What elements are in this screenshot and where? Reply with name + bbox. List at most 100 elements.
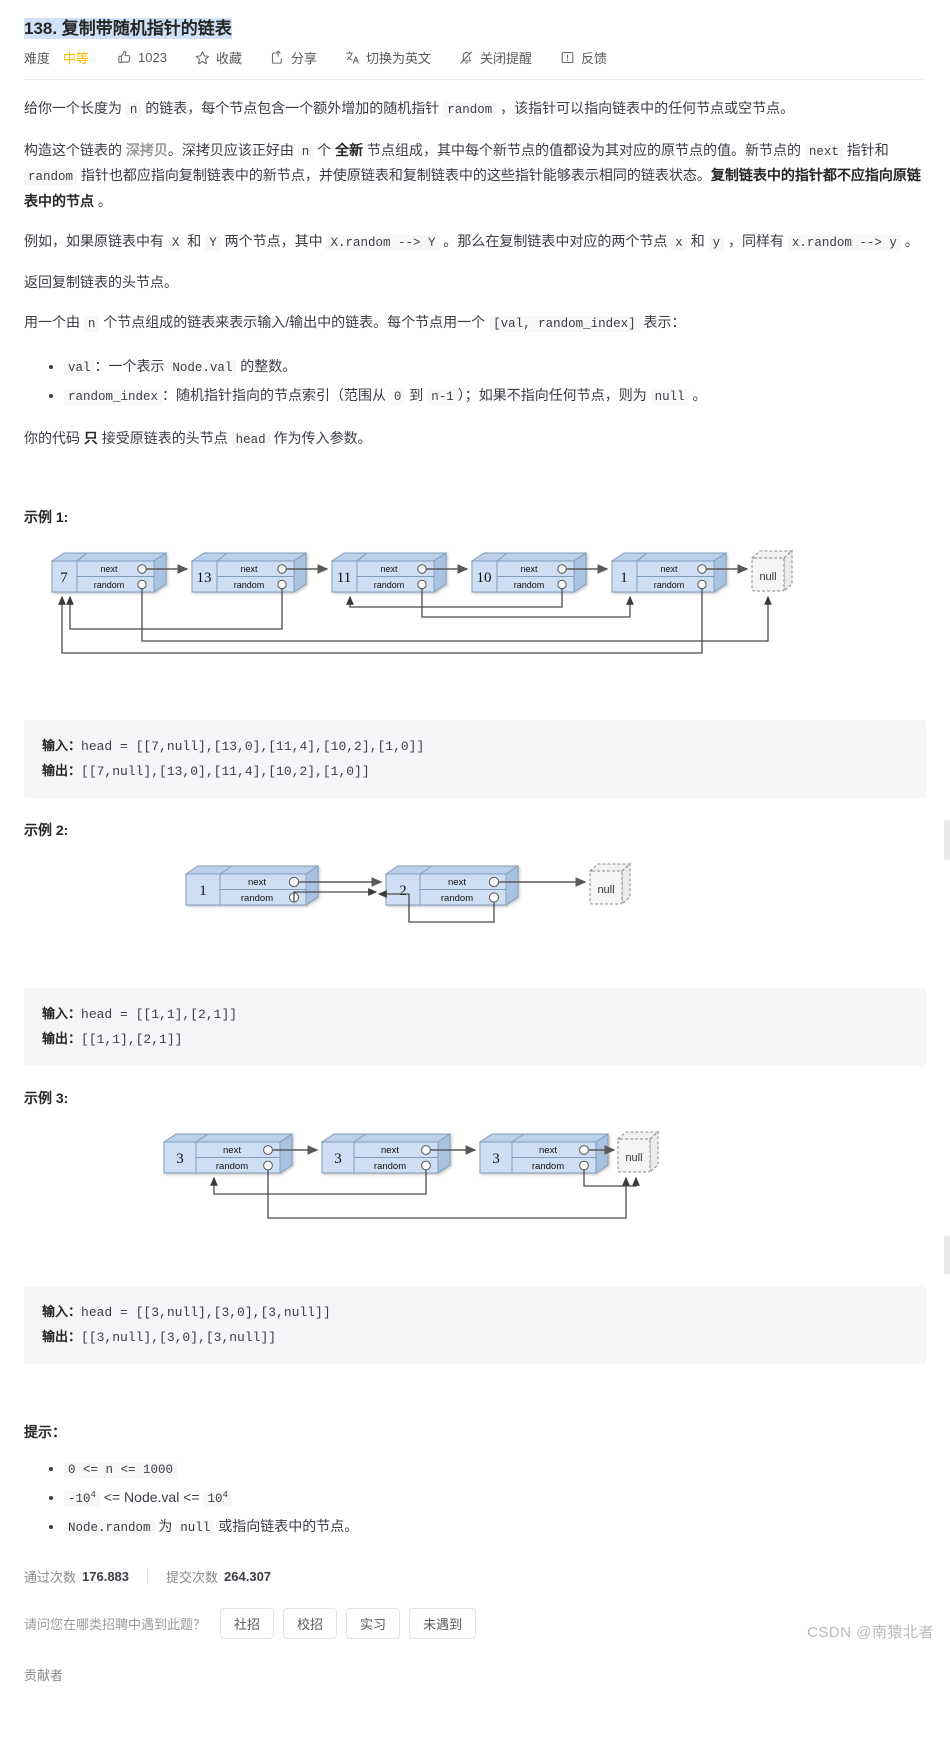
code-head: head bbox=[231, 431, 270, 448]
header-divider bbox=[24, 79, 926, 80]
text: 两个节点，其中 bbox=[220, 232, 327, 249]
scrollbar-hint-upper[interactable] bbox=[944, 820, 950, 860]
example-2-output-label: 输出： bbox=[42, 1031, 82, 1047]
example-1-output-label: 输出： bbox=[42, 763, 82, 779]
null-node: null bbox=[588, 863, 632, 906]
svg-text:3: 3 bbox=[492, 1151, 500, 1167]
code-n: n bbox=[83, 316, 100, 333]
feedback-button[interactable]: 反馈 bbox=[560, 48, 607, 67]
text: 表示： bbox=[639, 314, 686, 331]
list-node: 1 next random bbox=[184, 865, 320, 907]
feedback-label: 反馈 bbox=[581, 51, 608, 66]
notification-toggle[interactable]: 关闭提醒 bbox=[459, 48, 532, 67]
format-bullet-list: val：一个表示 Node.val 的整数。 random_index：随机指针… bbox=[24, 352, 926, 410]
example-1-input-value: head = [[7,null],[13,0],[11,4],[10,2],[1… bbox=[81, 739, 425, 755]
svg-text:random: random bbox=[374, 1161, 406, 1172]
svg-text:next: next bbox=[100, 564, 118, 574]
code-node-format: [val, random_index] bbox=[489, 316, 640, 333]
svg-text:10: 10 bbox=[477, 570, 492, 586]
svg-text:random: random bbox=[234, 580, 265, 590]
code-x: x bbox=[671, 234, 687, 251]
code-X-random: X.random --> Y bbox=[326, 234, 440, 251]
list-node: 11 next random bbox=[330, 552, 448, 594]
svg-text:random: random bbox=[94, 580, 125, 590]
translate-button[interactable]: 切换为英文 bbox=[345, 48, 431, 67]
code-random-index: random_index bbox=[64, 388, 163, 405]
code-n: n bbox=[125, 102, 142, 118]
example-2-diagram: 1 next random 2 next random null bbox=[24, 854, 926, 974]
stats-separator bbox=[147, 1570, 149, 1584]
poll-option-shixi[interactable]: 实习 bbox=[346, 1608, 401, 1640]
constraints-list: 0 <= n <= 1000 -104 <= Node.val <= 104 N… bbox=[24, 1454, 926, 1541]
text: 构造这个链表的 bbox=[24, 141, 126, 158]
description-paragraph-4: 返回复制链表的头节点。 bbox=[24, 274, 178, 291]
difficulty-indicator: 难度 中等 bbox=[24, 48, 89, 67]
svg-text:next: next bbox=[223, 1145, 241, 1156]
text: 个 bbox=[313, 141, 336, 158]
svg-text:null: null bbox=[597, 884, 614, 896]
text: ）；如果不指向任何节点，则为 bbox=[457, 386, 651, 403]
svg-text:3: 3 bbox=[176, 1151, 184, 1167]
svg-text:random: random bbox=[374, 580, 405, 590]
text: 为 bbox=[154, 1518, 177, 1535]
example-3-input-value: head = [[3,null],[3,0],[3,null]] bbox=[81, 1305, 331, 1321]
contributor-label: 贡献者 bbox=[24, 1668, 64, 1684]
svg-text:next: next bbox=[381, 1145, 399, 1156]
text: 个节点组成的链表来表示输入/输出中的链表。每个节点用一个 bbox=[99, 314, 490, 331]
code-node-val: Node.val bbox=[168, 359, 237, 376]
list-node: 3 next random bbox=[320, 1133, 452, 1175]
poll-option-xiaozhao[interactable]: 校招 bbox=[283, 1608, 338, 1640]
code-n: n bbox=[297, 143, 314, 160]
favorite-button[interactable]: 收藏 bbox=[195, 48, 242, 67]
list-item: val：一个表示 Node.val 的整数。 bbox=[64, 352, 926, 381]
text: 。 bbox=[97, 192, 112, 209]
text: 。那么在复制链表中对应的两个节点 bbox=[439, 232, 672, 249]
text: 节点组成，其中每个新节点的值都设为其对应的原节点的值。新节点的 bbox=[363, 141, 805, 158]
passed-count-label: 通过次数 bbox=[24, 1570, 77, 1586]
svg-text:next: next bbox=[380, 564, 398, 574]
feedback-icon bbox=[560, 50, 575, 65]
submitted-count-value: 264.307 bbox=[224, 1569, 272, 1585]
example-2-heading: 示例 2: bbox=[24, 822, 69, 839]
like-button[interactable]: 1023 bbox=[117, 50, 167, 65]
random-arrow bbox=[141, 589, 772, 642]
example-3-output-label: 输出： bbox=[42, 1329, 82, 1345]
poll-option-weiyudao[interactable]: 未遇到 bbox=[409, 1608, 477, 1640]
poll-question: 请问您在哪类招聘中遇到此题？ bbox=[24, 1617, 207, 1633]
list-node: 13 next random bbox=[190, 552, 308, 594]
only-emphasis: 只 bbox=[83, 429, 98, 446]
page-title: 138. 复制带随机指针的链表 bbox=[24, 18, 232, 39]
example-2-input-value: head = [[1,1],[2,1]] bbox=[81, 1007, 238, 1023]
svg-text:1: 1 bbox=[199, 883, 207, 899]
watermark: CSDN @南猿北者 bbox=[807, 1624, 934, 1642]
svg-text:next: next bbox=[248, 877, 266, 888]
svg-text:next: next bbox=[539, 1145, 557, 1156]
text: 你的代码 bbox=[24, 429, 84, 446]
linked-list-diagram-1: 7 next random 13 next random 11 next ran… bbox=[50, 550, 794, 654]
share-icon bbox=[270, 50, 285, 65]
example-3-output-value: [[3,null],[3,0],[3,null]] bbox=[81, 1330, 277, 1346]
null-node: null bbox=[750, 550, 794, 593]
svg-text:13: 13 bbox=[197, 570, 212, 586]
text: 10 bbox=[207, 1492, 223, 1507]
linked-list-diagram-2: 1 next random 2 next random null bbox=[184, 863, 632, 923]
share-button[interactable]: 分享 bbox=[270, 48, 317, 67]
example-1-diagram: 7 next random 13 next random 11 next ran… bbox=[24, 541, 926, 706]
text: 和 bbox=[183, 232, 206, 249]
text: 指针和 bbox=[842, 141, 889, 158]
example-3-heading: 示例 3: bbox=[24, 1090, 69, 1107]
svg-text:7: 7 bbox=[60, 570, 68, 586]
code-random: random bbox=[443, 102, 497, 118]
description-paragraph-5: 用一个由 n 个节点组成的链表来表示输入/输出中的链表。每个节点用一个 [val… bbox=[24, 310, 926, 336]
constraint-val-low: -104 bbox=[64, 1490, 100, 1508]
example-1-code: 输入：head = [[7,null],[13,0],[11,4],[10,2]… bbox=[24, 720, 926, 799]
svg-text:next: next bbox=[520, 564, 538, 574]
constraint-node-random: Node.random bbox=[64, 1520, 155, 1537]
scrollbar-hint-lower[interactable] bbox=[944, 1235, 950, 1275]
random-arrow bbox=[58, 589, 703, 654]
text: 和 bbox=[686, 232, 709, 249]
difficulty-label: 难度 bbox=[24, 51, 51, 66]
text: 指针也都应指向复制链表中的新节点，并使原链表和复制链表中的这些指针能够表示相同的… bbox=[77, 167, 711, 183]
brand-new-term: 全新 bbox=[335, 141, 364, 158]
poll-option-shezhao[interactable]: 社招 bbox=[220, 1608, 275, 1640]
